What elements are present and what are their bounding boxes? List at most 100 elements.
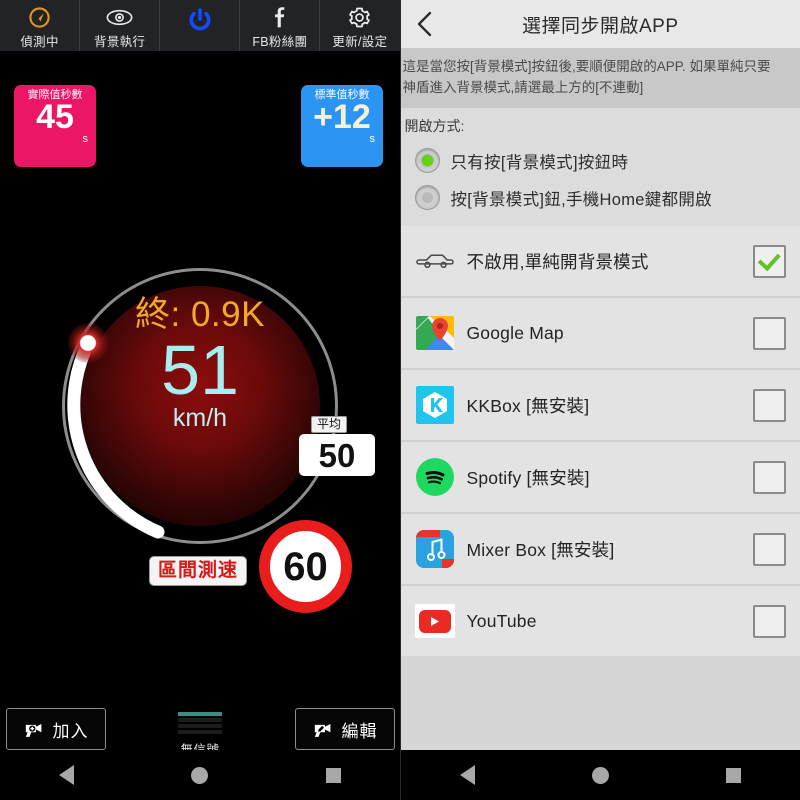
standard-seconds-unit: s — [369, 133, 376, 145]
app-toolbar: 偵測中 背景執行 FB粉絲團 更新/設定 — [0, 0, 400, 52]
spotify-icon — [415, 457, 455, 497]
toolbar-item-facebook[interactable]: FB粉絲團 — [239, 0, 319, 52]
list-item-label: Mixer Box [無安裝] — [466, 539, 615, 560]
toolbar-item-power[interactable] — [159, 0, 239, 52]
add-camera-label: 加入 — [52, 721, 89, 741]
youtube-icon — [414, 601, 455, 641]
car-icon — [415, 241, 455, 281]
edit-camera-label: 編輯 — [341, 721, 378, 741]
list-item[interactable]: Google Map — [400, 298, 800, 368]
mode-option-label-1: 只有按[背景模式]按鈕時 — [450, 153, 629, 172]
speed-limit-value: 60 — [283, 544, 328, 589]
toolbar-label-background: 背景執行 — [94, 35, 146, 49]
nav-recents-button-left[interactable] — [326, 767, 342, 783]
app-list: 不啟用,單純開背景模式 Google Map KKBox [無安裝] Spoti… — [400, 226, 800, 656]
radar-detect-icon — [28, 5, 51, 29]
page-title: 選擇同步開啟APP — [521, 15, 679, 37]
mixerbox-icon — [415, 529, 455, 569]
actual-seconds-unit: s — [82, 133, 89, 145]
list-item[interactable]: Spotify [無安裝] — [400, 442, 800, 512]
list-item-checkbox[interactable] — [753, 460, 786, 494]
dual-screenshot: 偵測中 背景執行 FB粉絲團 更新/設定 實際值秒數 45 s 標準值秒數 +1… — [0, 0, 800, 800]
average-speed-box: 50 — [299, 434, 375, 476]
home-circle-icon — [591, 766, 609, 784]
back-triangle-icon — [459, 765, 475, 785]
description-text: 這是當您按[背景模式]按鈕後,要順便開啟的APP. 如果單純只要 神盾進入背景模… — [400, 48, 800, 108]
android-navbar-right — [400, 750, 800, 800]
section-speed-badge: 區間測速 — [149, 556, 248, 586]
gauge-readouts: 終: 0.9K 51 km/h — [62, 268, 338, 544]
list-item[interactable]: 不啟用,單純開背景模式 — [400, 226, 800, 296]
actual-seconds-value: 45 — [36, 98, 74, 136]
toolbar-item-settings[interactable]: 更新/設定 — [319, 0, 399, 52]
recents-square-icon — [726, 767, 742, 783]
toolbar-label-settings: 更新/設定 — [332, 35, 388, 49]
list-item-checkbox[interactable] — [753, 532, 786, 566]
gear-icon — [348, 5, 371, 29]
signal-bars — [178, 712, 222, 734]
radio-home-key[interactable] — [414, 185, 440, 210]
toolbar-label-detect: 偵測中 — [20, 35, 59, 49]
list-item[interactable]: KKBox [無安裝] — [400, 370, 800, 440]
list-item-checkbox[interactable] — [753, 244, 786, 278]
add-camera-button[interactable]: 加入 — [6, 708, 106, 750]
average-speed-value: 50 — [318, 436, 356, 474]
list-item-checkbox[interactable] — [753, 604, 786, 638]
signal-bar-1 — [178, 712, 222, 716]
list-item-checkbox[interactable] — [753, 316, 786, 350]
standard-seconds-badge: 標準值秒數 +12 s — [301, 85, 383, 167]
camera-plus-icon — [25, 723, 41, 737]
back-triangle-icon — [58, 765, 74, 785]
standard-seconds-value: +12 — [313, 98, 371, 136]
edit-camera-button[interactable]: 編輯 — [295, 708, 395, 750]
gauge-current-speed: 51 — [161, 331, 239, 409]
power-icon — [187, 5, 213, 35]
list-item-checkbox[interactable] — [753, 388, 786, 422]
open-mode-label: 開啟方式: — [404, 118, 465, 134]
description-line-2: 神盾進入背景模式,請選最上方的[不連動] — [402, 80, 644, 95]
actual-seconds-title: 實際值秒數 — [27, 89, 83, 101]
settings-header: 選擇同步開啟APP — [400, 0, 800, 48]
gauge-speed-unit: km/h — [172, 404, 228, 432]
radio-dot-icon — [421, 155, 433, 166]
speedometer-stage: 實際值秒數 45 s 標準值秒數 +12 s 終: 0.9K 51 km/h 平… — [0, 52, 400, 800]
list-item[interactable]: YouTube — [400, 586, 800, 656]
google-map-icon — [415, 313, 455, 353]
right-phone-screen: 選擇同步開啟APP 這是當您按[背景模式]按鈕後,要順便開啟的APP. 如果單純… — [399, 0, 800, 800]
mode-option-button-only[interactable]: 只有按[背景模式]按鈕時 — [401, 142, 800, 179]
camera-edit-icon — [314, 723, 330, 737]
signal-bar-2 — [178, 718, 222, 722]
facebook-icon — [272, 5, 287, 29]
nav-home-button-right[interactable] — [570, 766, 630, 784]
radio-button-only[interactable] — [414, 148, 440, 173]
eye-icon — [106, 5, 133, 29]
list-item-label: Spotify [無安裝] — [466, 467, 590, 488]
signal-bar-3 — [178, 724, 222, 728]
list-item[interactable]: Mixer Box [無安裝] — [400, 514, 800, 584]
radio-dot-icon — [421, 192, 433, 203]
list-item-label: Google Map — [466, 322, 564, 343]
mode-option-label-2: 按[背景模式]鈕,手機Home鍵都開啟 — [450, 190, 712, 209]
toolbar-item-detect[interactable]: 偵測中 — [0, 0, 79, 52]
speed-limit-sign: 60 — [259, 520, 352, 613]
toolbar-item-background[interactable]: 背景執行 — [79, 0, 159, 52]
average-speed-label: 平均 — [311, 416, 348, 433]
android-navbar-left — [0, 750, 400, 800]
list-item-label: YouTube — [466, 610, 537, 631]
mode-option-home-key[interactable]: 按[背景模式]鈕,手機Home鍵都開啟 — [401, 179, 800, 216]
nav-back-button-left[interactable] — [58, 765, 74, 785]
recents-square-icon — [326, 767, 342, 783]
nav-back-button-right[interactable] — [437, 765, 497, 785]
kkbox-icon — [415, 385, 455, 425]
standard-seconds-title: 標準值秒數 — [314, 89, 370, 101]
actual-seconds-badge: 實際值秒數 45 s — [14, 85, 96, 167]
description-line-1: 這是當您按[背景模式]按鈕後,要順便開啟的APP. 如果單純只要 — [402, 59, 771, 74]
open-mode-section: 開啟方式: 只有按[背景模式]按鈕時 按[背景模式]鈕,手機Home鍵都開啟 — [400, 108, 800, 226]
nav-recents-button-right[interactable] — [704, 767, 764, 783]
toolbar-label-facebook: FB粉絲團 — [252, 35, 308, 49]
list-item-label: 不啟用,單純開背景模式 — [466, 251, 649, 272]
gauge-end-distance: 終: 0.9K — [135, 295, 265, 334]
nav-home-button-left[interactable] — [191, 766, 209, 784]
list-item-label: KKBox [無安裝] — [466, 395, 590, 416]
home-circle-icon — [191, 766, 209, 784]
